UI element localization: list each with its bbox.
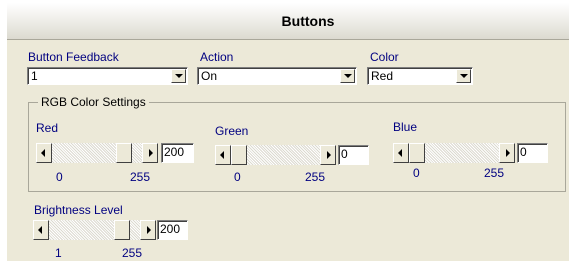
red-max-label: 255: [130, 170, 151, 184]
color-label: Color: [370, 50, 399, 64]
green-label: Green: [215, 124, 249, 138]
green-value-input[interactable]: 0: [338, 145, 369, 165]
button-feedback-select[interactable]: 1: [27, 67, 188, 85]
panel-title-bar: Buttons: [7, 3, 569, 40]
brightness-min-label: 1: [55, 246, 62, 260]
blue-max-label: 255: [484, 166, 505, 180]
action-select[interactable]: On: [197, 67, 357, 85]
blue-slider-thumb[interactable]: [409, 143, 425, 163]
blue-label: Blue: [393, 120, 418, 134]
button-feedback-value: 1: [31, 69, 38, 83]
button-feedback-label: Button Feedback: [28, 50, 119, 64]
action-label: Action: [200, 50, 234, 64]
color-select[interactable]: Red: [367, 67, 473, 85]
red-slider-thumb[interactable]: [116, 143, 132, 163]
page-title: Buttons: [281, 13, 335, 29]
blue-value-input[interactable]: 0: [517, 143, 548, 163]
arrow-left-icon[interactable]: [33, 220, 49, 240]
color-value: Red: [371, 69, 394, 83]
blue-slider[interactable]: [393, 143, 515, 163]
rgb-group-title: RGB Color Settings: [38, 95, 149, 109]
brightness-slider[interactable]: [33, 220, 156, 240]
arrow-right-icon[interactable]: [320, 145, 336, 165]
arrow-left-icon[interactable]: [215, 145, 231, 165]
red-slider[interactable]: [36, 143, 158, 163]
green-min-label: 0: [234, 170, 241, 184]
chevron-down-icon[interactable]: [171, 69, 186, 83]
arrow-right-icon[interactable]: [499, 143, 515, 163]
arrow-left-icon[interactable]: [36, 143, 52, 163]
green-slider[interactable]: [215, 145, 336, 165]
brightness-level-label: Brightness Level: [34, 203, 123, 217]
arrow-left-icon[interactable]: [393, 143, 409, 163]
red-min-label: 0: [56, 170, 63, 184]
red-value-input[interactable]: 200: [161, 143, 194, 163]
red-label: Red: [36, 121, 59, 135]
green-slider-thumb[interactable]: [231, 145, 247, 165]
chevron-down-icon[interactable]: [456, 69, 471, 83]
arrow-right-icon[interactable]: [142, 143, 158, 163]
brightness-value-input[interactable]: 200: [157, 220, 188, 240]
arrow-right-icon[interactable]: [140, 220, 156, 240]
action-value: On: [201, 69, 218, 83]
brightness-slider-thumb[interactable]: [114, 220, 130, 240]
blue-min-label: 0: [413, 166, 420, 180]
green-max-label: 255: [305, 170, 326, 184]
brightness-max-label: 255: [122, 246, 143, 260]
chevron-down-icon[interactable]: [340, 69, 355, 83]
